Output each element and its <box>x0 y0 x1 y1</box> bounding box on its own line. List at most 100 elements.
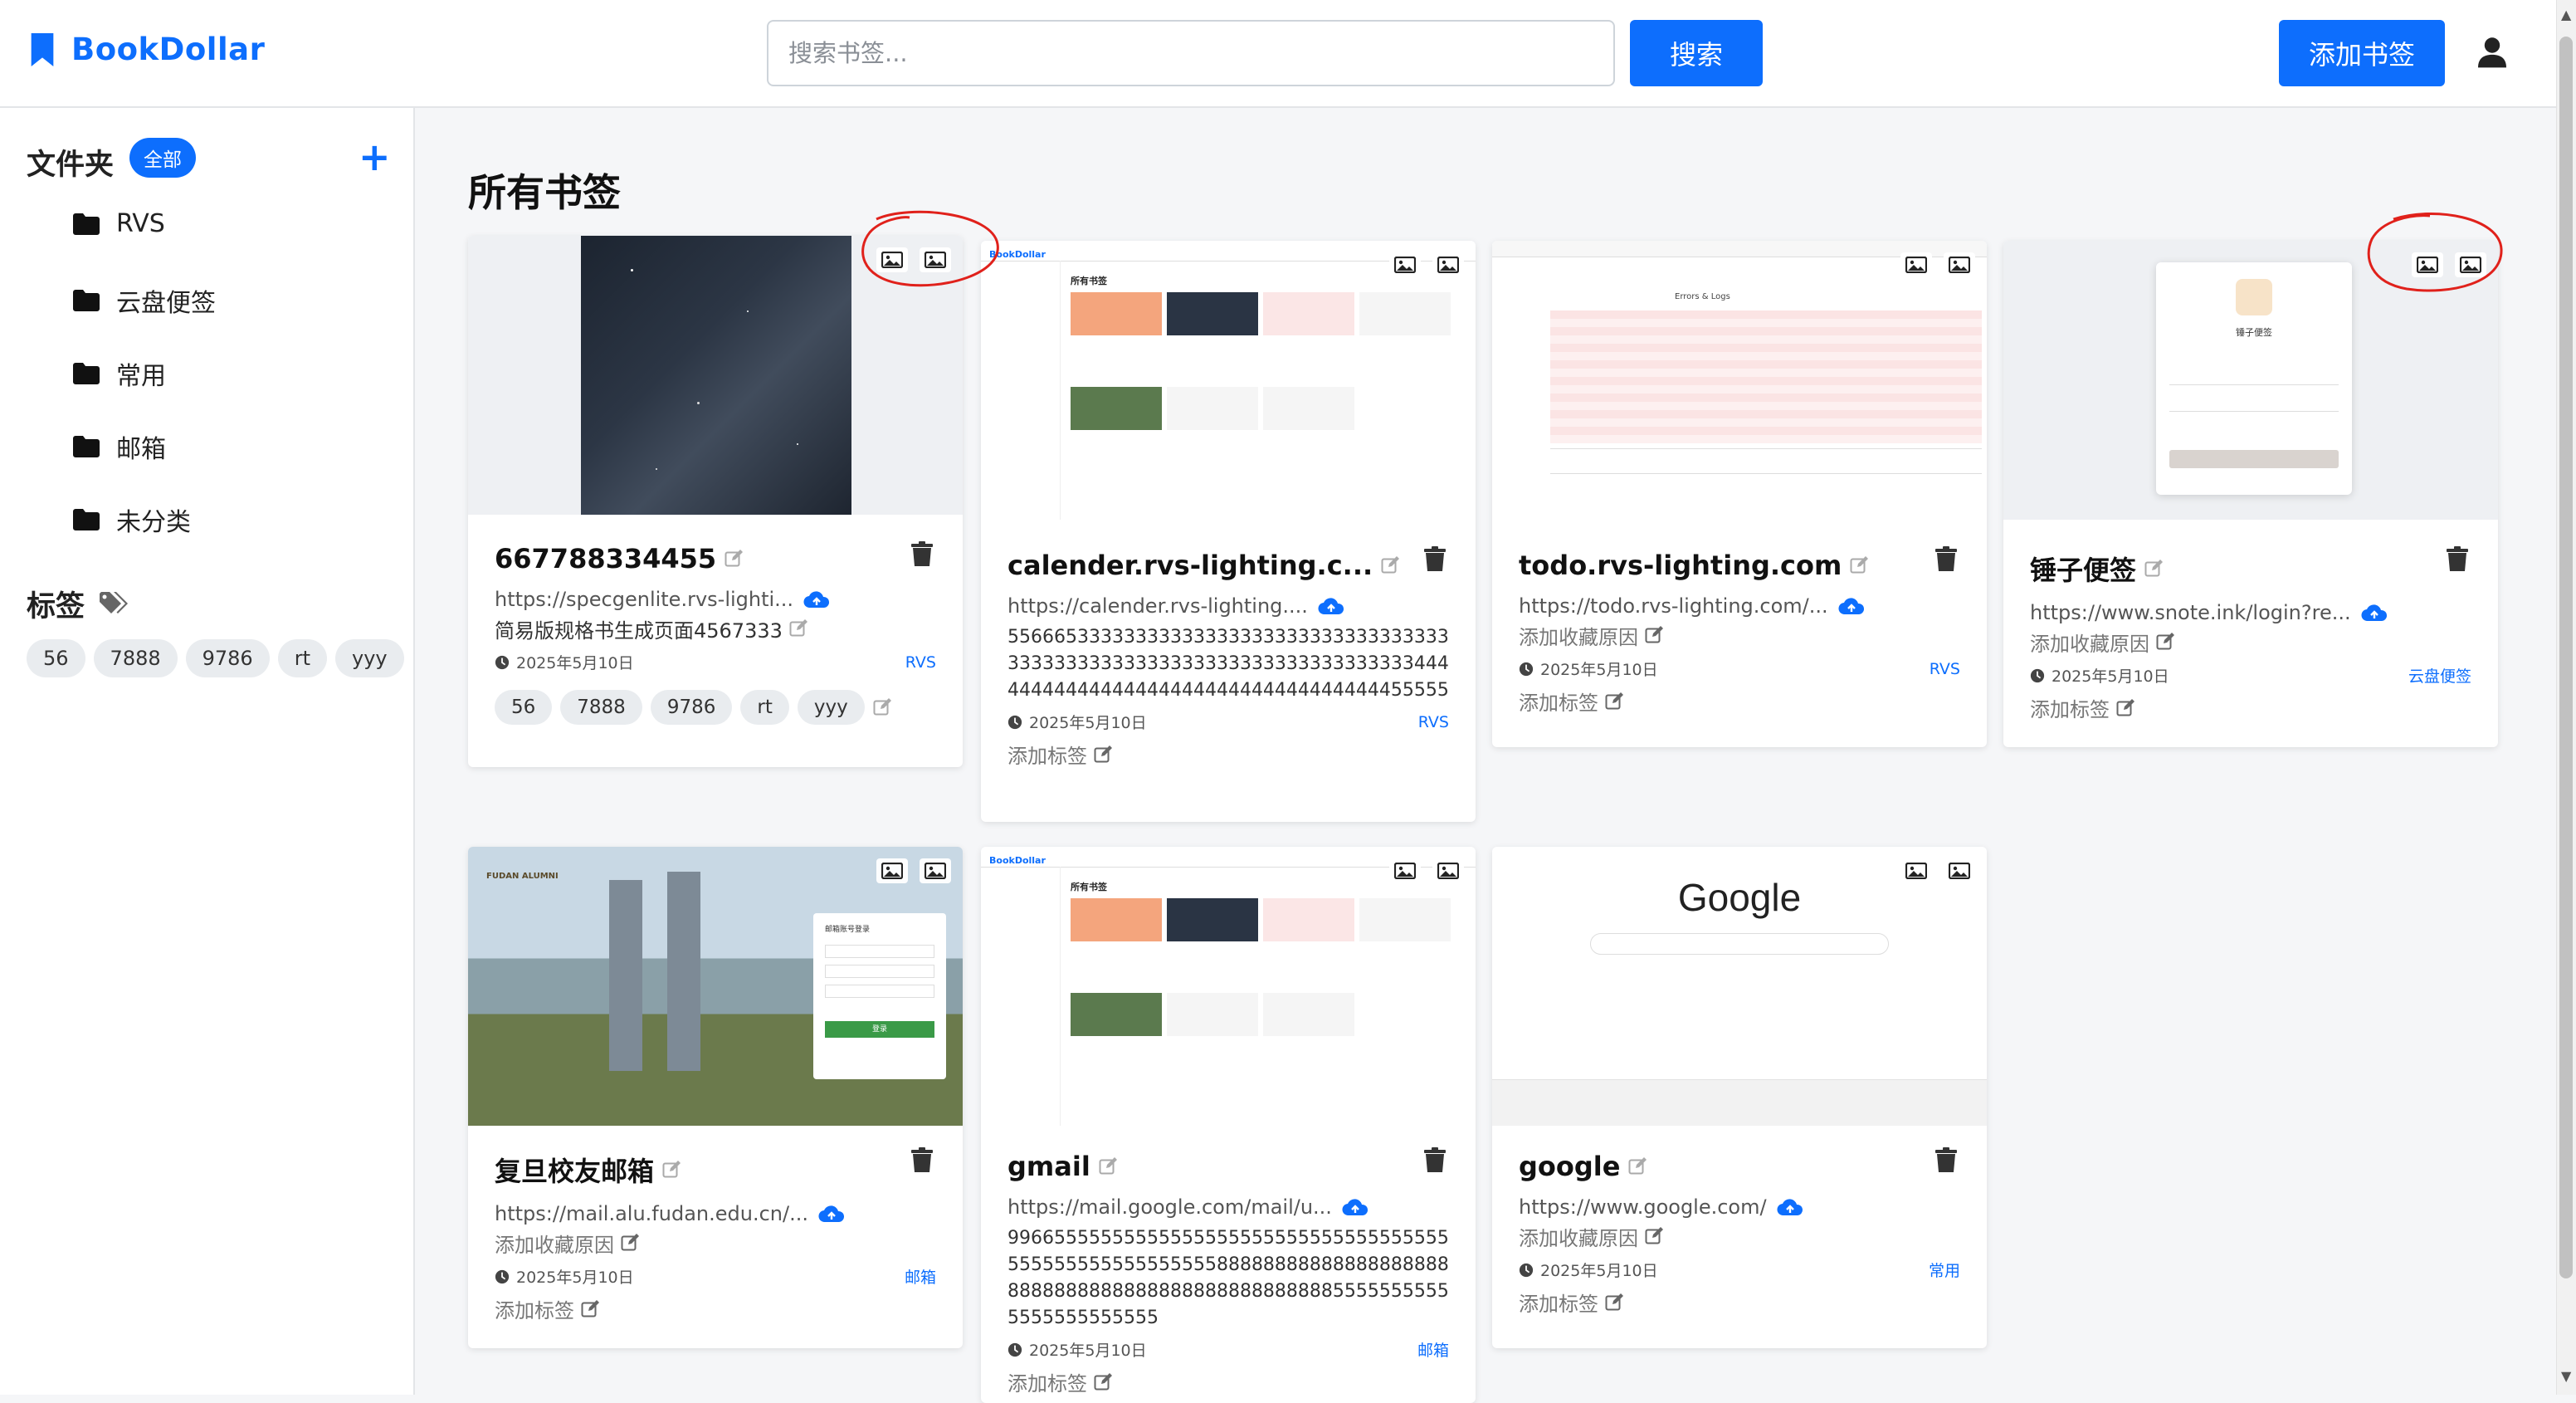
card-tag[interactable]: 56 <box>495 690 553 725</box>
sidebar-tag[interactable]: 56 <box>27 639 85 677</box>
sidebar-folder-uncategorized[interactable]: 未分类 <box>73 501 191 538</box>
scroll-up-arrow-icon[interactable]: ▲ <box>2561 7 2571 22</box>
image-icon[interactable] <box>920 247 951 272</box>
brand-logo[interactable]: BookDollar <box>28 32 265 67</box>
bookmark-card[interactable]: FUDAN ALUMNI 邮箱账号登录 登录 复旦校友邮箱 https://ma… <box>468 847 963 1348</box>
add-bookmark-button[interactable]: 添加书签 <box>2279 20 2445 86</box>
user-icon[interactable] <box>2478 37 2506 68</box>
cloud-upload-icon[interactable] <box>2361 603 2388 623</box>
card-url[interactable]: https://calender.rvs-lighting.... <box>1007 594 1449 618</box>
card-thumbnail[interactable]: BookDollar 所有书签 <box>981 847 1476 1126</box>
add-tag-link[interactable]: 添加标签 <box>2030 693 2471 722</box>
image-icon[interactable] <box>1944 858 1975 883</box>
sidebar-tag[interactable]: 9786 <box>185 639 270 677</box>
edit-description-icon[interactable] <box>789 619 807 638</box>
edit-title-icon[interactable] <box>1381 556 1399 574</box>
cloud-upload-icon[interactable] <box>1342 1197 1368 1217</box>
bookmark-card[interactable]: 锤子便签 锤子便签 https://www.snote.ink/login?re… <box>2003 241 2498 747</box>
search-input[interactable] <box>767 20 1615 86</box>
edit-description-icon[interactable] <box>1645 1227 1663 1245</box>
image-icon[interactable] <box>1900 252 1932 277</box>
bookmark-card[interactable]: BookDollar 所有书签 gmail https://mail.googl… <box>981 847 1476 1403</box>
edit-tags-icon[interactable] <box>1605 1293 1623 1312</box>
edit-title-icon[interactable] <box>662 1161 681 1179</box>
card-thumbnail[interactable]: Google <box>1492 847 1987 1126</box>
card-description[interactable]: 添加收藏原因 <box>495 1232 936 1259</box>
edit-tags-icon[interactable] <box>1094 1373 1112 1391</box>
card-thumbnail[interactable]: FUDAN ALUMNI 邮箱账号登录 登录 <box>468 847 963 1126</box>
bookmark-card[interactable]: BookDollar 所有书签 calender.rvs-lighting.c.… <box>981 241 1476 822</box>
card-url[interactable]: https://www.google.com/ <box>1519 1195 1960 1219</box>
add-tag-link[interactable]: 添加标签 <box>1007 1367 1449 1396</box>
edit-description-icon[interactable] <box>621 1234 639 1252</box>
card-tag[interactable]: rt <box>740 690 789 725</box>
search-button[interactable]: 搜索 <box>1630 20 1763 86</box>
edit-title-icon[interactable] <box>1850 556 1868 574</box>
image-icon[interactable] <box>876 858 908 883</box>
image-icon[interactable] <box>876 247 908 272</box>
image-icon[interactable] <box>1389 858 1421 883</box>
edit-tags-icon[interactable] <box>1094 745 1112 764</box>
sidebar-tag[interactable]: 7888 <box>93 639 178 677</box>
add-tag-link[interactable]: 添加标签 <box>1519 1288 1960 1317</box>
edit-description-icon[interactable] <box>2156 633 2174 651</box>
card-folder-link[interactable]: RVS <box>905 653 936 672</box>
scroll-down-arrow-icon[interactable]: ▼ <box>2561 1368 2571 1384</box>
add-folder-plus-icon[interactable]: + <box>359 138 391 176</box>
edit-description-icon[interactable] <box>1645 626 1663 644</box>
card-thumbnail[interactable] <box>468 236 963 515</box>
card-thumbnail[interactable]: BookDollar 所有书签 <box>981 241 1476 520</box>
image-icon[interactable] <box>2455 252 2486 277</box>
card-folder-link[interactable]: 邮箱 <box>905 1265 936 1288</box>
image-icon[interactable] <box>1432 858 1464 883</box>
sidebar-folder-rvs[interactable]: RVS <box>73 209 165 238</box>
bookmark-card[interactable]: Google google https://www.google.com/ 添加… <box>1492 847 1987 1348</box>
card-description[interactable]: 添加收藏原因 <box>1519 1225 1960 1252</box>
edit-tags-icon[interactable] <box>2116 699 2134 717</box>
image-icon[interactable] <box>1944 252 1975 277</box>
card-url[interactable]: https://mail.alu.fudan.edu.cn/... <box>495 1202 936 1225</box>
cloud-upload-icon[interactable] <box>1777 1197 1803 1217</box>
card-folder-link[interactable]: 云盘便签 <box>2408 664 2471 687</box>
image-icon[interactable] <box>1389 252 1421 277</box>
card-description[interactable]: 添加收藏原因 <box>1519 624 1960 651</box>
card-folder-link[interactable]: 邮箱 <box>1417 1338 1449 1361</box>
card-thumbnail[interactable]: Errors & Logs <box>1492 241 1987 520</box>
add-tag-link[interactable]: 添加标签 <box>1007 740 1449 769</box>
edit-title-icon[interactable] <box>724 550 743 568</box>
card-url[interactable]: https://specgenlite.rvs-lighti... <box>495 588 936 611</box>
edit-tags-icon[interactable] <box>1605 692 1623 711</box>
sidebar-folder-cloud-notes[interactable]: 云盘便签 <box>73 282 216 319</box>
sidebar-folder-mailbox[interactable]: 邮箱 <box>73 428 166 465</box>
card-tag[interactable]: 7888 <box>560 690 642 725</box>
all-folders-badge[interactable]: 全部 <box>129 138 196 178</box>
card-thumbnail[interactable]: 锤子便签 <box>2003 241 2498 520</box>
card-tag[interactable]: 9786 <box>650 690 733 725</box>
edit-title-icon[interactable] <box>1628 1157 1647 1176</box>
cloud-upload-icon[interactable] <box>1838 596 1865 616</box>
card-url[interactable]: https://todo.rvs-lighting.com/... <box>1519 594 1960 618</box>
sidebar-tag[interactable]: yyy <box>334 639 404 677</box>
cloud-upload-icon[interactable] <box>818 1204 845 1224</box>
edit-title-icon[interactable] <box>2144 560 2163 578</box>
edit-tags-icon[interactable] <box>581 1300 599 1318</box>
image-icon[interactable] <box>1432 252 1464 277</box>
add-tag-link[interactable]: 添加标签 <box>1519 687 1960 716</box>
card-description[interactable]: 添加收藏原因 <box>2030 631 2471 658</box>
card-folder-link[interactable]: RVS <box>1418 713 1449 731</box>
card-tag[interactable]: yyy <box>797 690 865 725</box>
bookmark-card[interactable]: Errors & Logs todo.rvs-lighting.com http… <box>1492 241 1987 747</box>
card-folder-link[interactable]: 常用 <box>1929 1259 1960 1281</box>
sidebar-tag[interactable]: rt <box>277 639 327 677</box>
image-icon[interactable] <box>2412 252 2443 277</box>
add-tag-link[interactable]: 添加标签 <box>495 1294 936 1323</box>
card-url[interactable]: https://www.snote.ink/login?re... <box>2030 601 2471 624</box>
edit-tags-icon[interactable] <box>873 698 891 716</box>
bookmark-card[interactable]: 667788334455 https://specgenlite.rvs-lig… <box>468 236 963 767</box>
sidebar-folder-common[interactable]: 常用 <box>73 355 166 392</box>
card-folder-link[interactable]: RVS <box>1930 660 1960 678</box>
image-icon[interactable] <box>920 858 951 883</box>
scrollbar-thumb[interactable] <box>2559 37 2573 1278</box>
card-url[interactable]: https://mail.google.com/mail/u... <box>1007 1195 1449 1219</box>
cloud-upload-icon[interactable] <box>803 589 830 609</box>
